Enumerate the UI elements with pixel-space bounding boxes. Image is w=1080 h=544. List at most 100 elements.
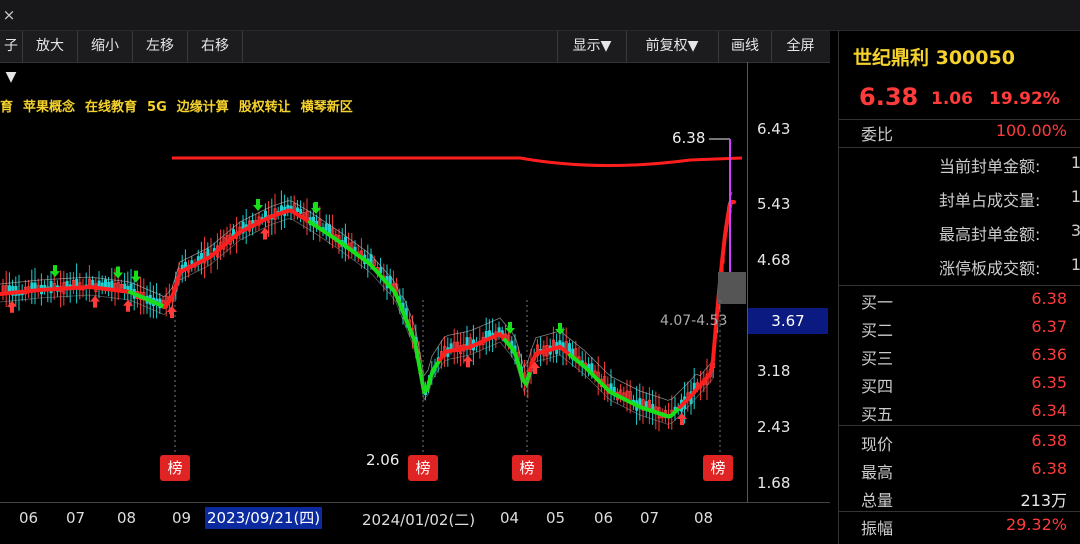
- move-right-button[interactable]: 右移: [188, 31, 243, 62]
- fullscreen-button[interactable]: 全屏: [772, 31, 829, 62]
- candle-body: [100, 282, 104, 287]
- bid-label: 买三: [861, 349, 894, 368]
- stat-row: 振幅 29.32%: [839, 515, 1080, 543]
- divider: [839, 285, 1080, 286]
- seal-row: 封单占成交量: 1: [839, 187, 1080, 215]
- y-axis-label: 4.68: [757, 251, 791, 269]
- divider: [839, 511, 1080, 512]
- x-axis-label: 04: [500, 509, 520, 527]
- price-change: 1.06: [931, 89, 973, 109]
- ma-thick-line: [308, 220, 441, 395]
- bid-price: 6.37: [1031, 317, 1067, 336]
- stat-label: 振幅: [861, 519, 894, 538]
- bid-row[interactable]: 买三 6.36: [839, 345, 1080, 373]
- x-axis-label: 06: [19, 509, 39, 527]
- x-axis-cursor-date: 2023/09/21(四): [205, 507, 323, 529]
- ma-upper-line: [0, 191, 733, 401]
- divider: [839, 147, 1080, 148]
- bid-price: 6.35: [1031, 373, 1067, 392]
- stat-value: 213万: [1020, 491, 1067, 510]
- buy-arrow-icon: [463, 355, 473, 368]
- bid-label: 买二: [861, 321, 894, 340]
- seal-row: 涨停板成交额: 1: [839, 255, 1080, 283]
- limit-line: [172, 156, 743, 168]
- volume-box: [718, 272, 746, 304]
- price-range-label: 4.07-4.53: [660, 313, 728, 329]
- min-price-label: 2.06: [366, 451, 400, 469]
- stat-label: 最高: [861, 463, 894, 482]
- price-change-percent: 19.92%: [989, 89, 1060, 109]
- bang-badge[interactable]: 榜: [703, 455, 733, 481]
- seal-value: 1: [1070, 255, 1080, 274]
- candle-body: [110, 280, 114, 289]
- bid-row[interactable]: 买二 6.37: [839, 317, 1080, 345]
- stat-row: 最高 6.38: [839, 459, 1080, 487]
- zoom-out-button[interactable]: 缩小: [78, 31, 133, 62]
- buy-arrow-icon: [677, 413, 687, 425]
- candle-body: [324, 223, 328, 231]
- bang-badge[interactable]: 榜: [512, 455, 542, 481]
- stat-value: 6.38: [1031, 459, 1067, 478]
- candle-body: [299, 208, 303, 214]
- bid-row[interactable]: 买四 6.35: [839, 373, 1080, 401]
- stat-label: 总量: [861, 491, 894, 510]
- bid-row[interactable]: 买一 6.38: [839, 289, 1080, 317]
- x-axis: 06 07 08 09 2023/09/21(四) 2024/01/02(二) …: [0, 502, 830, 533]
- seal-value: 3: [1070, 221, 1080, 240]
- close-icon[interactable]: ×: [0, 4, 18, 26]
- ma-thick-line: [678, 200, 736, 409]
- bid-label: 买四: [861, 377, 894, 396]
- y-axis-label: 1.68: [757, 474, 791, 492]
- seal-label: 封单占成交量:: [939, 191, 1041, 210]
- seal-label: 涨停板成交额:: [939, 259, 1041, 278]
- move-left-button[interactable]: 左移: [133, 31, 188, 62]
- sell-arrow-icon: [505, 322, 515, 334]
- period-dropdown[interactable]: 子▼: [0, 31, 23, 85]
- display-dropdown[interactable]: 显示▼: [557, 31, 627, 62]
- current-price-tag: 3.67: [748, 308, 828, 334]
- seal-row: 当前封单金额: 1: [839, 153, 1080, 181]
- x-axis-label: 05: [546, 509, 566, 527]
- x-axis-label: 06: [594, 509, 614, 527]
- divider: [839, 425, 1080, 426]
- seal-row: 最高封单金额: 3: [839, 221, 1080, 249]
- stat-value: 29.32%: [1005, 515, 1067, 534]
- bang-badge[interactable]: 榜: [160, 455, 190, 481]
- sell-arrow-icon: [253, 199, 263, 211]
- tab-bar: ×: [0, 0, 1080, 31]
- x-axis-label: 08: [694, 509, 714, 527]
- candle-body: [286, 204, 290, 209]
- draw-line-button[interactable]: 画线: [719, 31, 772, 62]
- stat-value: 6.38: [1031, 431, 1067, 450]
- x-axis-label: 07: [640, 509, 660, 527]
- adjust-dropdown[interactable]: 前复权▼: [626, 31, 719, 62]
- x-axis-label: 09: [172, 509, 192, 527]
- bid-price: 6.38: [1031, 289, 1067, 308]
- ma-lower-line: [0, 209, 733, 425]
- candle-body: [123, 283, 127, 290]
- seal-label: 当前封单金额:: [939, 157, 1041, 176]
- candle-body: [449, 343, 453, 350]
- bid-price: 6.36: [1031, 345, 1067, 364]
- candle-body: [33, 282, 37, 290]
- stat-label: 现价: [861, 435, 894, 454]
- stock-name: 世纪鼎利 300050: [853, 47, 1015, 69]
- x-axis-label: 07: [66, 509, 86, 527]
- stat-row: 现价 6.38: [839, 431, 1080, 459]
- max-price-label: 6.38: [672, 129, 706, 147]
- last-price: 6.38: [859, 83, 919, 111]
- candle-body: [91, 280, 95, 286]
- seal-value: 1: [1070, 187, 1080, 206]
- zoom-in-button[interactable]: 放大: [23, 31, 78, 62]
- committee-value: 100.00%: [995, 121, 1067, 140]
- quote-panel: 世纪鼎利 300050 6.38 1.06 19.92% 委比 100.00% …: [838, 31, 1080, 544]
- seal-value: 1: [1070, 153, 1080, 172]
- bang-badge[interactable]: 榜: [408, 455, 438, 481]
- y-axis-label: 2.43: [757, 418, 791, 436]
- candle-body: [295, 207, 299, 212]
- seal-label: 最高封单金额:: [939, 225, 1041, 244]
- y-axis-label: 3.18: [757, 362, 791, 380]
- committee-label: 委比: [861, 125, 894, 144]
- y-axis-separator: [747, 62, 748, 502]
- y-axis-label: 5.43: [757, 195, 791, 213]
